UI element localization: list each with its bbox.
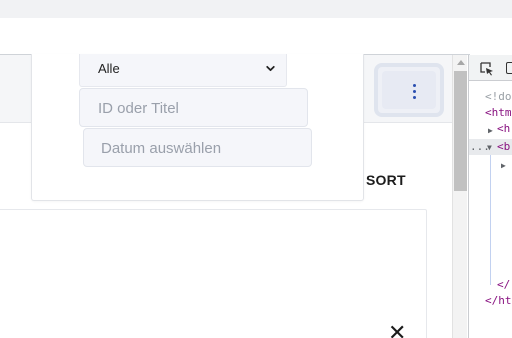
devtools-panel: <!do <htm ▶ <h ... ▼ <b ▶ </ </ht — [468, 55, 512, 338]
dom-body[interactable]: <b — [497, 139, 510, 155]
collapse-triangle-icon[interactable]: ▼ — [487, 140, 492, 156]
dom-body-close[interactable]: </ — [497, 277, 510, 293]
page-scrollbar[interactable] — [452, 55, 467, 338]
dom-head[interactable]: <h — [497, 121, 510, 137]
expand-triangle-icon[interactable]: ▶ — [488, 123, 493, 139]
chevron-down-icon — [266, 65, 275, 72]
scrollbar-thumb[interactable] — [454, 71, 467, 191]
inspect-element-icon[interactable] — [480, 62, 494, 76]
kebab-button-frame — [374, 63, 444, 117]
kebab-dot — [413, 96, 416, 99]
scroll-up-arrow-icon[interactable] — [457, 60, 465, 65]
dom-html-open[interactable]: <htm — [485, 105, 512, 121]
date-picker-input[interactable]: Datum auswählen — [83, 128, 312, 167]
kebab-menu-icon — [382, 71, 436, 109]
sort-label[interactable]: SORT — [366, 172, 406, 188]
browser-toolbar-gap — [0, 18, 512, 55]
dom-html-close[interactable]: </ht — [485, 293, 512, 309]
devtools-toolbar — [469, 55, 512, 81]
dom-doctype[interactable]: <!do — [485, 89, 512, 105]
more-options-button[interactable] — [374, 63, 444, 117]
search-id-title-placeholder: ID oder Titel — [98, 100, 179, 117]
devtools-indent-guide — [490, 155, 491, 285]
expand-triangle-icon[interactable]: ▶ — [501, 158, 506, 174]
kebab-dot — [413, 90, 416, 93]
kebab-dot — [413, 84, 416, 87]
status-select[interactable]: Alle — [79, 54, 287, 87]
date-picker-placeholder: Datum auswählen — [101, 140, 222, 157]
list-card — [0, 209, 427, 338]
browser-top-strip — [0, 0, 512, 18]
device-toolbar-icon[interactable] — [506, 62, 512, 74]
search-id-title-input[interactable]: ID oder Titel — [79, 88, 308, 127]
close-icon[interactable]: ✕ — [388, 322, 406, 338]
status-select-value: Alle — [98, 61, 120, 76]
